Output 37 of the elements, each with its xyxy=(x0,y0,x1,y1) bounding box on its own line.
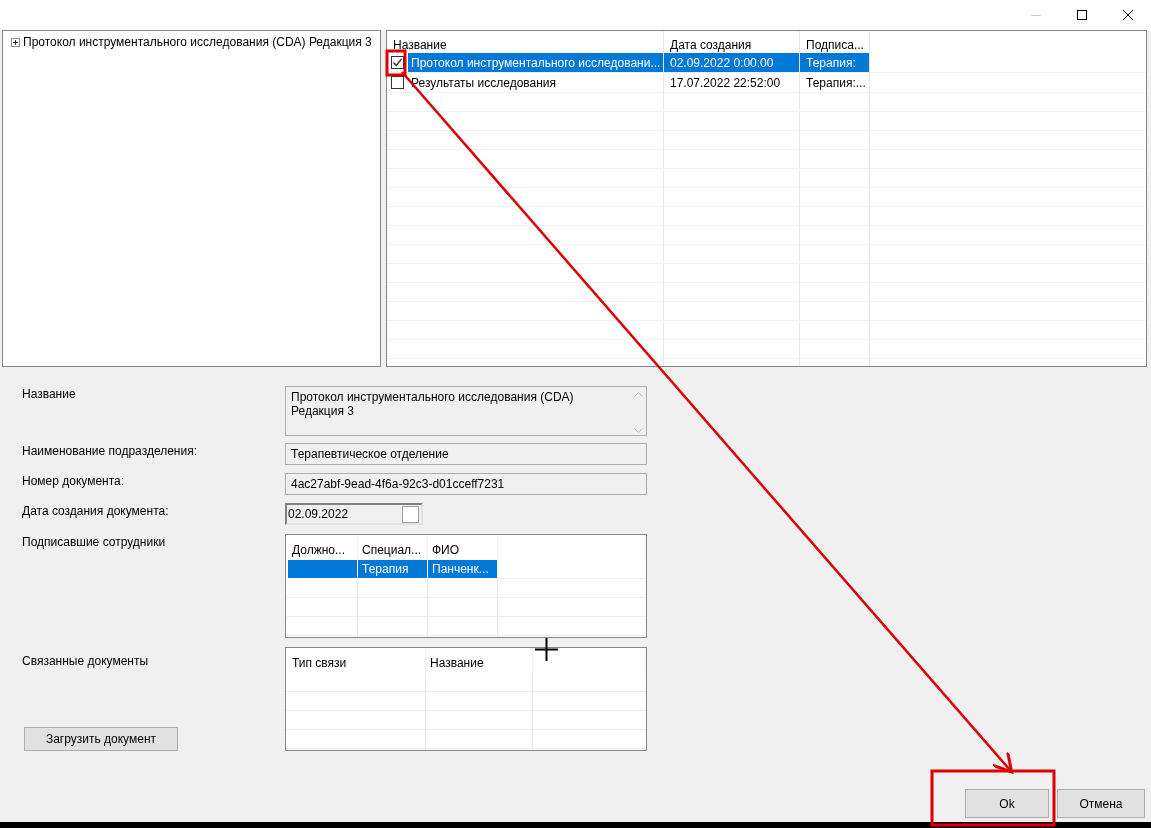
column-header[interactable]: Название xyxy=(430,655,484,670)
column-header[interactable]: Тип связи xyxy=(292,655,347,670)
field-label: Подписавшие сотрудники xyxy=(22,534,167,551)
table-cell: Терапия:... xyxy=(800,73,870,93)
table-cell[interactable]: Результаты исследования xyxy=(408,73,663,92)
table-cell: 02.09.2022 0:00:00 xyxy=(664,53,800,73)
highlight-frame xyxy=(385,49,407,77)
cancel-button[interactable]: Отмена xyxy=(1057,789,1145,818)
upload-document-button[interactable]: Загрузить документ xyxy=(24,727,178,751)
date-field[interactable]: 02.09.2022 xyxy=(285,503,423,525)
column-header[interactable]: Название xyxy=(393,37,447,52)
text-field[interactable]: 4ac27abf-9ead-4f6a-92c3-d01cceff7231 xyxy=(285,473,647,495)
table-cell: Терапия xyxy=(358,560,428,579)
column-header[interactable]: Должно... xyxy=(292,542,345,557)
expand-icon[interactable] xyxy=(11,37,20,47)
table-cell: 17.07.2022 22:52:00 xyxy=(664,73,800,93)
field-label: Название xyxy=(22,386,77,403)
close-icon[interactable] xyxy=(1123,10,1133,20)
ok-button[interactable]: Ok xyxy=(965,789,1049,818)
table-cell: Терапия: xyxy=(800,53,870,73)
column-header[interactable]: Специал... xyxy=(362,542,422,557)
tree-item[interactable]: Протокол инструментального исследования (CDA) Редакция 3 xyxy=(23,35,372,49)
field-label: Наименование подразделения: xyxy=(22,443,198,460)
text-field[interactable]: Терапевтическое отделение xyxy=(285,443,647,465)
field-label: Связанные документы xyxy=(22,653,150,668)
maximize-icon[interactable] xyxy=(1077,10,1087,20)
field-label: Дата создания документа: xyxy=(22,503,170,520)
column-header[interactable]: ФИО xyxy=(432,542,460,557)
column-header[interactable]: Подписа... xyxy=(806,37,864,52)
column-header[interactable]: Дата создания xyxy=(670,37,752,52)
table-cell: Панченк... xyxy=(428,560,498,579)
selected-row-cell[interactable] xyxy=(288,560,358,579)
table-cell[interactable]: Протокол инструментального исследовани... xyxy=(408,53,663,72)
checkbox[interactable] xyxy=(402,505,419,523)
field-label: Номер документа: xyxy=(22,473,126,490)
checkbox[interactable] xyxy=(391,56,404,69)
crosshair-cursor-icon xyxy=(534,637,559,662)
